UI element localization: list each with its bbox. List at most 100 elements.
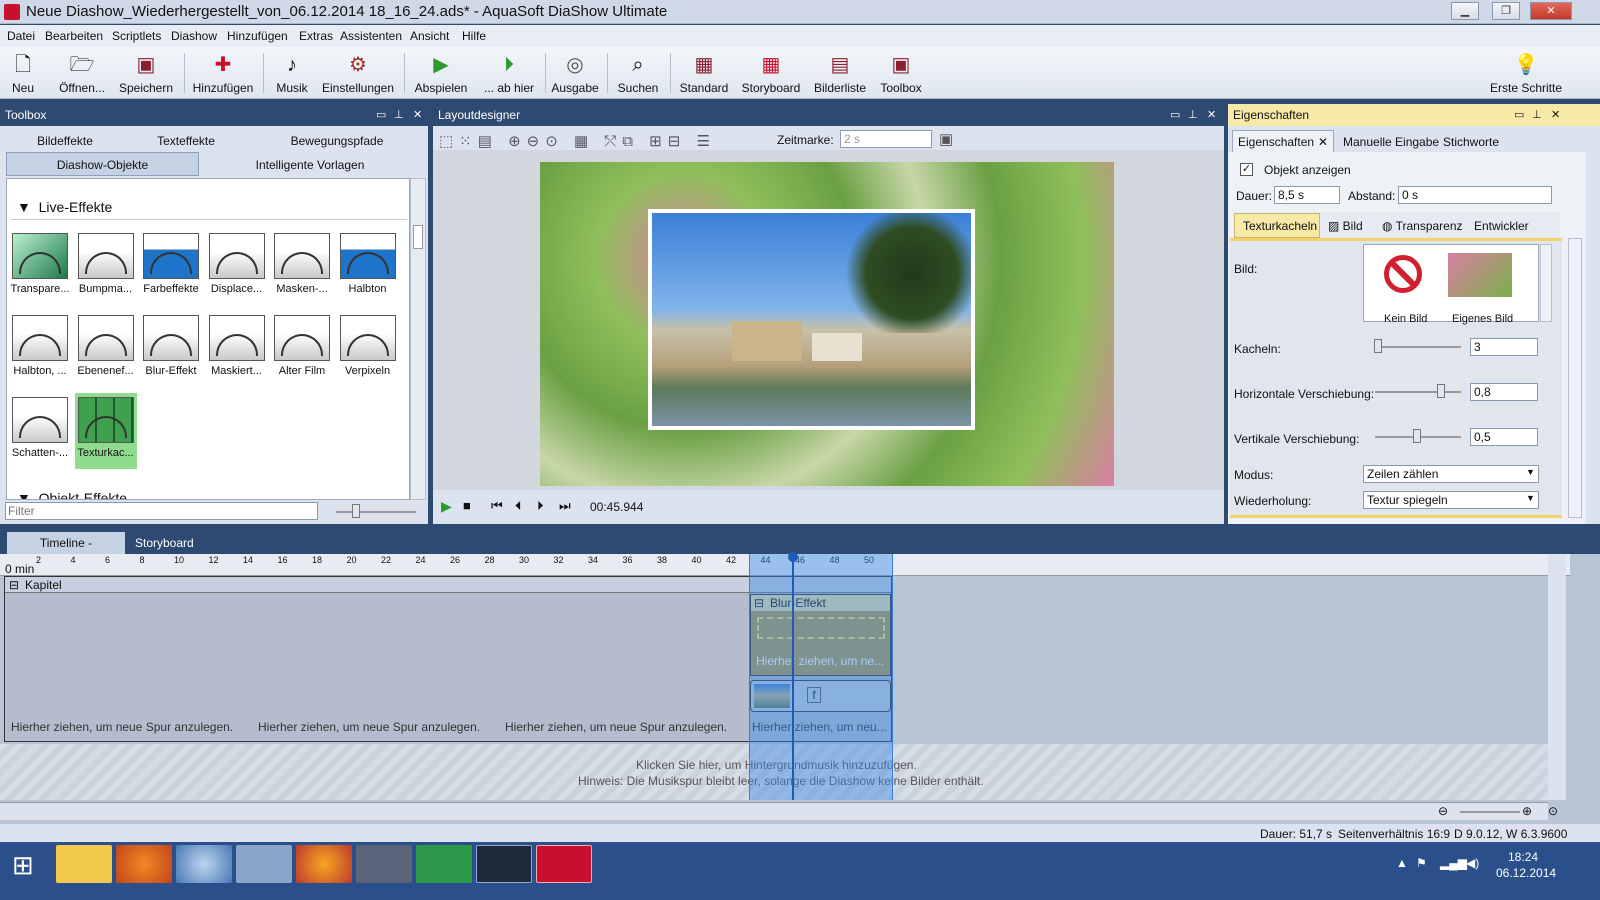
step-back-icon[interactable]: ⏴ xyxy=(515,498,522,514)
effect-masken[interactable]: Masken-... xyxy=(271,229,333,305)
pin-icon[interactable]: ⊥ xyxy=(1532,104,1542,126)
clock-time[interactable]: 18:24 xyxy=(1508,850,1538,864)
playhead[interactable] xyxy=(792,556,794,800)
float-icon[interactable]: ▭ xyxy=(376,104,386,126)
effect-texturkacheln[interactable]: Texturkac... xyxy=(74,393,137,469)
office-taskbar-icon[interactable] xyxy=(296,845,352,883)
zoom-fit-icon[interactable]: ⊙ xyxy=(1548,804,1558,818)
bilderliste-button[interactable]: ▤ Bilderliste xyxy=(812,50,868,96)
network-icon[interactable]: ▂▄▆ xyxy=(1440,856,1467,870)
chevron-down-icon[interactable]: ▼ xyxy=(1526,493,1535,503)
filter-input[interactable] xyxy=(5,502,318,520)
stop-icon[interactable]: ■ xyxy=(463,498,471,513)
play-icon[interactable]: ▶ xyxy=(441,498,452,515)
kacheln-knob[interactable] xyxy=(1374,339,1382,353)
effect-schatten[interactable]: Schatten-... xyxy=(9,393,71,469)
subtab-transparenz[interactable]: ◍ Transparenz xyxy=(1382,219,1463,233)
kacheln-slider[interactable] xyxy=(1375,346,1461,348)
menu-assistenten[interactable]: Assistenten xyxy=(340,29,402,43)
menu-extras[interactable]: Extras xyxy=(299,29,333,43)
close-tab-icon[interactable]: ✕ xyxy=(1318,135,1328,149)
skip-start-icon[interactable]: ⏮ xyxy=(491,498,503,514)
float-icon[interactable]: ▭ xyxy=(1514,104,1524,126)
tab-texteffekte[interactable]: Texteffekte xyxy=(146,134,226,148)
flag-icon[interactable]: ⚑ xyxy=(1416,856,1427,870)
standard-button[interactable]: ▦ Standard xyxy=(678,50,730,96)
skip-end-icon[interactable]: ⏭ xyxy=(559,498,571,514)
objekt-anzeigen-checkbox[interactable]: ✓ xyxy=(1240,163,1253,176)
abspielen-button[interactable]: ▶ Abspielen xyxy=(412,50,470,96)
hshift-input[interactable]: 0,8 xyxy=(1470,383,1538,401)
tab-intelligente-vorlagen[interactable]: Intelligente Vorlagen xyxy=(230,158,390,172)
effect-verpixeln[interactable]: Verpixeln xyxy=(337,311,399,387)
effect-blur-effekt[interactable]: Blur-Effekt xyxy=(140,311,202,387)
zoom-slider[interactable] xyxy=(336,511,416,513)
toolbox-button[interactable]: ▣ Toolbox xyxy=(878,50,924,96)
close-button[interactable]: ✕ xyxy=(1530,2,1572,20)
clock-date[interactable]: 06.12.2014 xyxy=(1496,866,1556,880)
no-image-icon[interactable] xyxy=(1384,255,1422,293)
effect-bumpmap[interactable]: Bumpma... xyxy=(75,229,137,305)
explorer-taskbar-icon[interactable] xyxy=(56,845,112,883)
hshift-knob[interactable] xyxy=(1437,384,1445,398)
hinzufuegen-button[interactable]: ✚ Hinzufügen xyxy=(191,50,255,96)
zoom-in-icon[interactable]: ⊕ xyxy=(1522,804,1532,818)
subtab-bild[interactable]: ▨ Bild xyxy=(1328,219,1363,233)
tab-diashow-objekte[interactable]: Diashow-Objekte xyxy=(6,152,199,176)
menu-diashow[interactable]: Diashow xyxy=(171,29,217,43)
close-icon[interactable]: ✕ xyxy=(413,104,422,126)
tab-stichworte[interactable]: Stichworte xyxy=(1443,135,1499,149)
pin-icon[interactable]: ⊥ xyxy=(1188,104,1198,126)
effect-halbton-2[interactable]: Halbton, ... xyxy=(9,311,71,387)
effect-halbton[interactable]: Halbton xyxy=(337,229,399,305)
zeitmarke-input[interactable]: 2 s xyxy=(840,130,932,148)
speichern-button[interactable]: ▣ Speichern xyxy=(117,50,175,96)
wiederholung-select[interactable]: Textur spiegeln xyxy=(1363,491,1539,509)
pin-icon[interactable]: ⊥ xyxy=(394,104,404,126)
tab-timeline-spuransicht[interactable]: Timeline - Spuransicht xyxy=(7,532,125,572)
windows-start-icon[interactable]: ⊞ xyxy=(12,850,34,881)
firefox-taskbar-icon[interactable] xyxy=(116,845,172,883)
float-icon[interactable]: ▭ xyxy=(1170,104,1180,126)
vshift-knob[interactable] xyxy=(1413,429,1421,443)
tab-storyboard[interactable]: Storyboard xyxy=(135,536,194,550)
layout-tools[interactable]: ⬚⁙▤ ⊕⊖⊙ ▦ ⤲⧉ ⊞⊟ ☰ xyxy=(439,132,716,150)
dauer-input[interactable]: 8,5 s xyxy=(1274,186,1340,204)
vshift-input[interactable]: 0,5 xyxy=(1470,428,1538,446)
ab-hier-button[interactable]: ⏵... ab hier xyxy=(478,50,540,96)
zoom-slider-knob[interactable] xyxy=(352,504,360,518)
menu-datei[interactable]: Datei xyxy=(7,29,35,43)
menu-scriptlets[interactable]: Scriptlets xyxy=(112,29,161,43)
drop-hint[interactable]: Hierher ziehen, um neue Spur anzulegen. xyxy=(258,720,480,734)
volume-icon[interactable]: ◀) xyxy=(1466,856,1479,870)
oeffnen-button[interactable]: 🗁 Öffnen... xyxy=(56,50,108,96)
bild-picker-scrollbar[interactable] xyxy=(1540,244,1552,322)
effect-transparenz[interactable]: Transpare... xyxy=(9,229,71,305)
tray-arrow-icon[interactable]: ▲ xyxy=(1396,856,1408,870)
einstellungen-button[interactable]: ⚙ Einstellungen xyxy=(320,50,396,96)
close-icon[interactable]: ✕ xyxy=(1207,104,1216,126)
photo-frame[interactable] xyxy=(648,209,975,430)
menu-ansicht[interactable]: Ansicht xyxy=(410,29,449,43)
menu-hinzufuegen[interactable]: Hinzufügen xyxy=(227,29,288,43)
restore-button[interactable]: ❐ xyxy=(1492,2,1520,20)
v-scrollbar[interactable] xyxy=(1548,554,1566,800)
section-objekt-effekte[interactable]: ▼ Objekt-Effekte xyxy=(17,490,127,499)
drop-hint[interactable]: Hierher ziehen, um neue Spur anzulegen. xyxy=(11,720,233,734)
effect-farbeffekte[interactable]: Farbeffekte xyxy=(140,229,202,305)
h-scrollbar[interactable] xyxy=(0,802,1548,820)
effect-ebeneneffekt[interactable]: Ebenenef... xyxy=(75,311,137,387)
menu-bearbeiten[interactable]: Bearbeiten xyxy=(45,29,103,43)
section-live-effekte[interactable]: ▼ Live-Effekte xyxy=(17,199,112,215)
tab-bildeffekte[interactable]: Bildeffekte xyxy=(22,134,108,148)
store-taskbar-icon[interactable] xyxy=(416,845,472,883)
thunderbird-taskbar-icon[interactable] xyxy=(176,845,232,883)
erste-schritte-button[interactable]: 💡 Erste Schritte xyxy=(1488,50,1564,96)
modus-select[interactable]: Zeilen zählen xyxy=(1363,465,1539,483)
aquasoft-taskbar-icon[interactable] xyxy=(476,845,532,883)
subtab-entwickler[interactable]: Entwickler xyxy=(1474,219,1529,233)
menu-hilfe[interactable]: Hilfe xyxy=(462,29,486,43)
suchen-button[interactable]: ⌕ Suchen xyxy=(616,50,660,96)
collapse-icon[interactable]: ⊟ xyxy=(9,578,19,592)
chevron-down-icon[interactable]: ▼ xyxy=(1526,467,1535,477)
